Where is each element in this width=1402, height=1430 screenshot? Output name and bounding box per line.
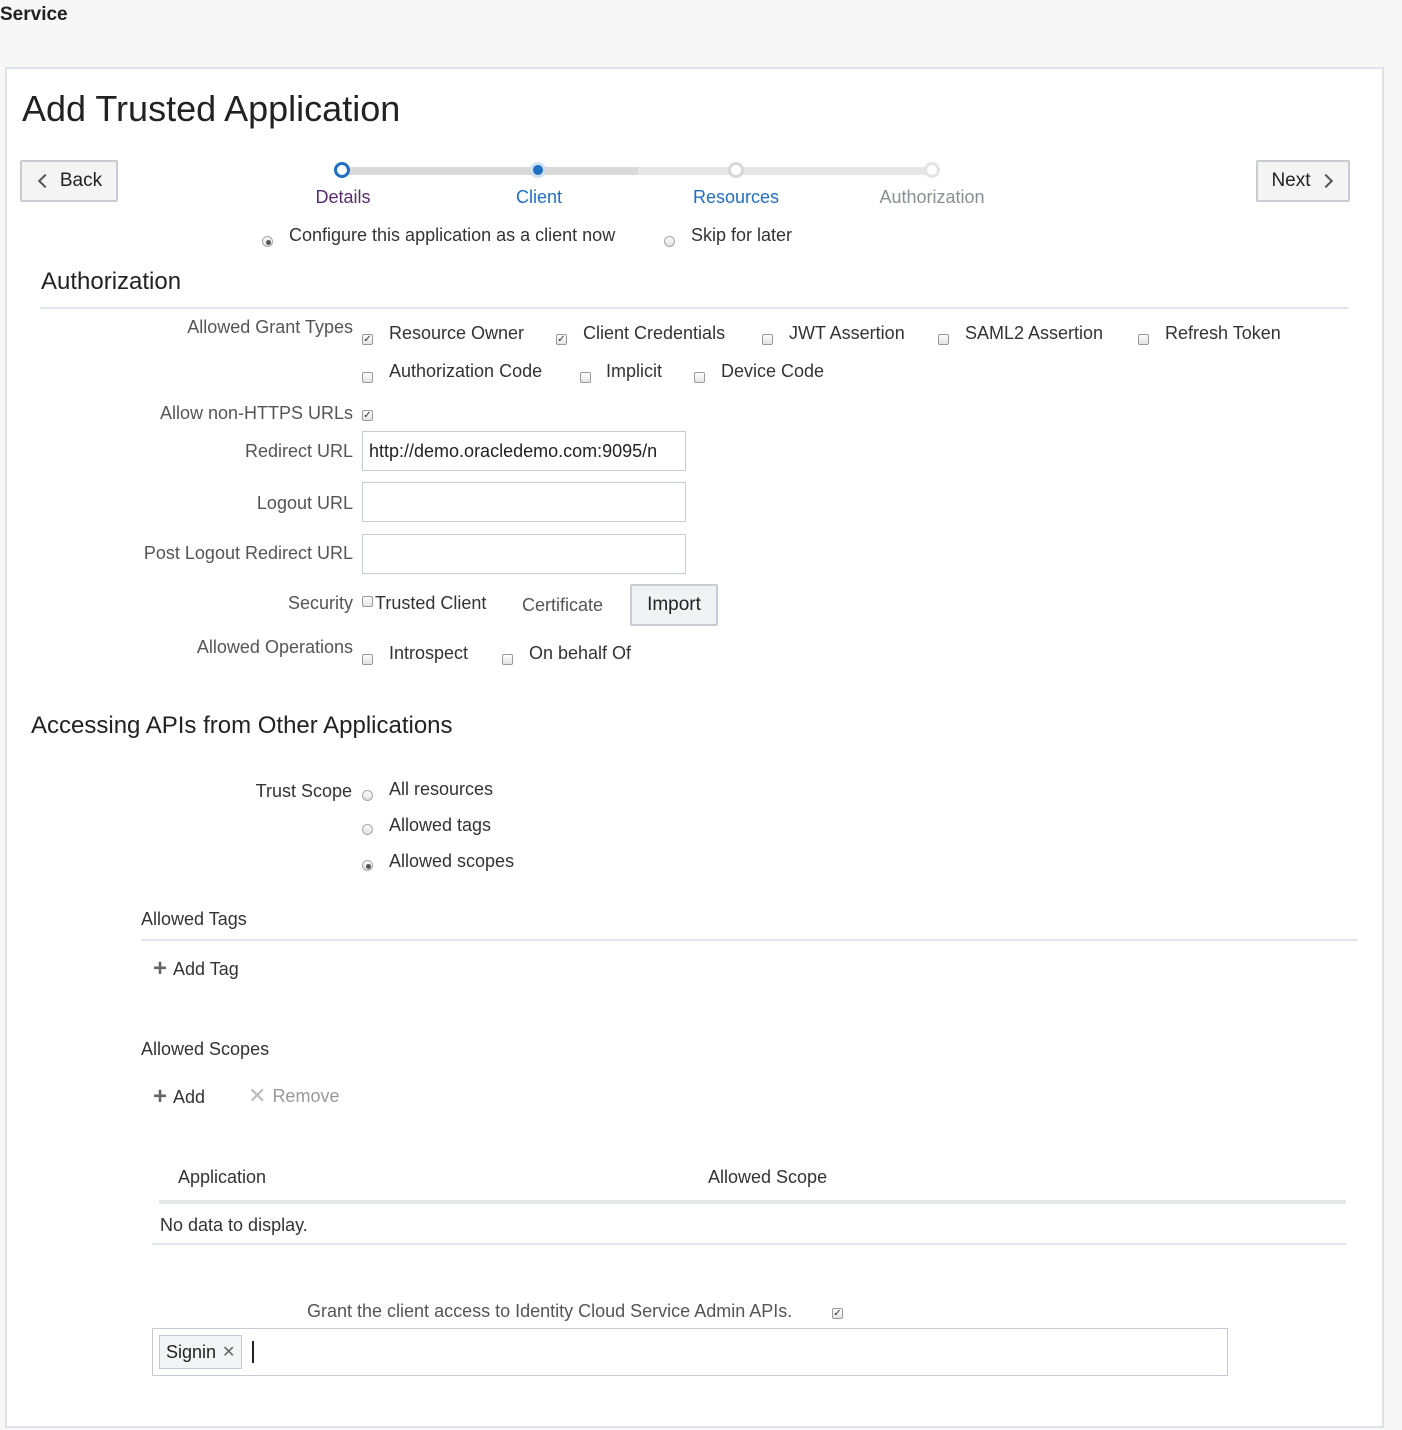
grant-jwt-assertion-label: JWT Assertion (789, 323, 905, 343)
allowed-tags-title: Allowed Tags (141, 909, 247, 929)
admin-access-label: Grant the client access to Identity Clou… (307, 1301, 793, 1321)
train-step-client[interactable]: Client (459, 187, 619, 208)
allowed-tags-option-label: Allowed tags (389, 815, 492, 835)
train-step-client-dot[interactable] (530, 162, 546, 178)
redirect-url-input[interactable]: http://demo.oracledemo.com:9095/n (362, 431, 686, 471)
grant-resource-owner-checkbox[interactable]: ✓ (362, 334, 373, 345)
text-cursor (252, 1341, 254, 1363)
authorization-section-title: Authorization (41, 268, 182, 295)
import-button[interactable]: Import (630, 584, 718, 626)
admin-access-checkbox[interactable]: ✓ (832, 1308, 843, 1319)
grant-saml2-assertion-label: SAML2 Assertion (965, 323, 1104, 343)
table-bottom-divider (152, 1243, 1346, 1245)
page-title: Add Trusted Application (22, 88, 401, 129)
train-step-details[interactable]: Details (263, 187, 423, 208)
skip-for-later-label: Skip for later (691, 225, 793, 245)
allowed-scopes-option-label: Allowed scopes (389, 851, 515, 871)
train-step-resources[interactable]: Resources (656, 187, 816, 208)
plus-icon: + (153, 1083, 168, 1110)
skip-for-later-radio[interactable] (664, 236, 675, 247)
table-header-divider (159, 1200, 1346, 1204)
train-step-details-dot[interactable] (334, 162, 350, 178)
grant-resource-owner-label: Resource Owner (389, 323, 525, 343)
on-behalf-of-checkbox[interactable] (502, 654, 513, 665)
post-logout-redirect-url-label: Post Logout Redirect URL (143, 543, 353, 563)
post-logout-redirect-url-input[interactable] (362, 534, 686, 574)
service-title: Service (0, 4, 68, 25)
table-empty-text: No data to display. (160, 1215, 308, 1235)
next-button-label: Next (1271, 170, 1311, 191)
role-chip-label: Signin (166, 1341, 217, 1362)
all-resources-label: All resources (389, 779, 494, 799)
train-step-resources-dot[interactable] (728, 162, 744, 178)
grant-device-code-checkbox[interactable] (694, 372, 705, 383)
grant-types-label: Allowed Grant Types (187, 317, 353, 337)
admin-roles-input[interactable]: Signin ✕ (152, 1328, 1228, 1376)
grant-implicit-label: Implicit (606, 361, 663, 381)
grant-jwt-assertion-checkbox[interactable] (762, 334, 773, 345)
grant-saml2-assertion-checkbox[interactable] (938, 334, 949, 345)
all-resources-radio[interactable] (362, 790, 373, 801)
allowed-tags-radio[interactable] (362, 824, 373, 835)
chevron-right-icon (1318, 173, 1333, 189)
allowed-tags-divider (141, 939, 1358, 941)
import-button-label: Import (647, 594, 701, 615)
next-button[interactable]: Next (1256, 160, 1350, 202)
chevron-left-icon (37, 173, 52, 189)
configure-client-radio[interactable] (262, 236, 273, 247)
trust-scope-label: Trust Scope (255, 781, 352, 801)
certificate-label: Certificate (522, 595, 604, 615)
non-https-checkbox[interactable]: ✓ (362, 410, 373, 421)
remove-chip-icon[interactable]: ✕ (222, 1342, 235, 1362)
authorization-divider (40, 307, 1348, 309)
back-button[interactable]: Back (20, 160, 118, 202)
add-scope-button[interactable]: + Add (153, 1083, 205, 1111)
allowed-scopes-title: Allowed Scopes (141, 1039, 270, 1059)
remove-scope-label: Remove (272, 1085, 340, 1106)
grant-authorization-code-label: Authorization Code (389, 361, 543, 381)
grant-client-credentials-label: Client Credentials (583, 323, 726, 343)
grant-client-credentials-checkbox[interactable]: ✓ (556, 334, 567, 345)
train-remaining-bar (638, 167, 933, 175)
back-button-label: Back (59, 170, 103, 191)
grant-authorization-code-checkbox[interactable] (362, 372, 373, 383)
train-step-authorization: Authorization (879, 187, 985, 207)
grant-implicit-checkbox[interactable] (580, 372, 591, 383)
allowed-operations-label: Allowed Operations (196, 637, 353, 657)
add-scope-label: Add (173, 1086, 206, 1107)
logout-url-label: Logout URL (256, 493, 353, 513)
remove-scope-button[interactable]: ✕ Remove (248, 1083, 339, 1109)
grant-device-code-label: Device Code (721, 361, 825, 381)
apis-section-title: Accessing APIs from Other Applications (31, 712, 453, 739)
trusted-client-checkbox[interactable] (362, 596, 373, 607)
plus-icon: + (153, 955, 168, 982)
grant-refresh-token-label: Refresh Token (1165, 323, 1281, 343)
add-tag-button[interactable]: + Add Tag (153, 955, 239, 983)
non-https-label: Allow non-HTTPS URLs (159, 403, 353, 423)
table-header-allowed-scope[interactable]: Allowed Scope (708, 1167, 827, 1188)
role-chip: Signin ✕ (159, 1335, 243, 1369)
introspect-label: Introspect (389, 643, 469, 663)
trusted-client-label: Trusted Client (375, 593, 487, 613)
add-tag-label: Add Tag (173, 958, 239, 979)
logout-url-input[interactable] (362, 482, 686, 522)
configure-client-label: Configure this application as a client n… (289, 225, 616, 245)
on-behalf-of-label: On behalf Of (529, 643, 632, 663)
table-header-application[interactable]: Application (178, 1167, 266, 1188)
grant-refresh-token-checkbox[interactable] (1138, 334, 1149, 345)
train-step-authorization-dot (924, 162, 940, 178)
train-progress-bar (343, 167, 638, 175)
close-icon: ✕ (248, 1083, 267, 1108)
introspect-checkbox[interactable] (362, 654, 373, 665)
redirect-url-label: Redirect URL (244, 441, 353, 461)
security-label: Security (287, 593, 353, 613)
allowed-scopes-radio[interactable] (362, 860, 373, 871)
